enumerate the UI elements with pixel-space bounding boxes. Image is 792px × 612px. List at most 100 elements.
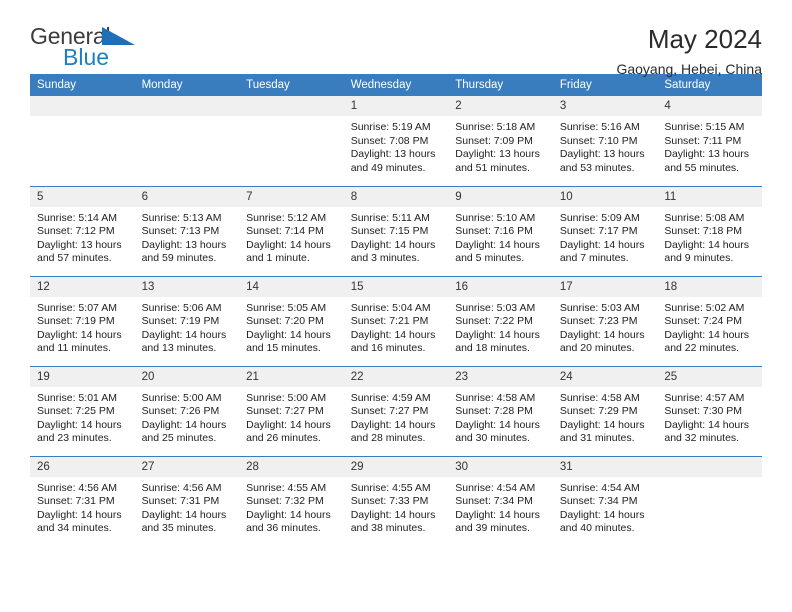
day-number: 3 <box>552 96 658 116</box>
day-number: 28 <box>239 456 344 477</box>
calendar-day-cell[interactable]: 3 Sunrise: 5:16 AM Sunset: 7:10 PM Daylight… <box>552 96 658 186</box>
calendar-cell-empty <box>30 96 135 186</box>
day-details: Sunrise: 5:10 AM Sunset: 7:16 PM Daylight:… <box>448 207 553 266</box>
day-details: Sunrise: 4:59 AM Sunset: 7:27 PM Daylight:… <box>344 387 449 446</box>
day-number: 25 <box>657 366 762 387</box>
calendar-day-cell[interactable]: 18 Sunrise: 5:02 AM Sunset: 7:24 PM Dayligh… <box>657 275 762 366</box>
day-details: Sunrise: 4:58 AM Sunset: 7:29 PM Daylight:… <box>553 387 658 446</box>
brand-logo[interactable]: General Blue <box>30 24 160 72</box>
calendar-day-cell[interactable]: 12 Sunrise: 5:07 AM Sunset: 7:19 PM Dayligh… <box>30 275 135 366</box>
day-number: 2 <box>448 96 553 116</box>
daylight-text-line2: and 9 minutes. <box>664 252 734 265</box>
daylight-text-line2: and 13 minutes. <box>141 342 217 355</box>
daylight-text-line2: and 38 minutes. <box>350 522 426 535</box>
calendar-day-cell[interactable]: 16 Sunrise: 5:03 AM Sunset: 7:22 PM Dayligh… <box>448 275 553 366</box>
daylight-text-line1: Daylight: 14 hours <box>664 328 750 341</box>
calendar-day-cell[interactable]: 27 Sunrise: 4:56 AM Sunset: 7:31 PM Dayligh… <box>134 455 240 546</box>
weekday-header-thursday: Thursday <box>448 74 553 96</box>
day-details: Sunrise: 5:03 AM Sunset: 7:22 PM Daylight:… <box>448 297 553 356</box>
calendar-day-cell[interactable]: 29 Sunrise: 4:55 AM Sunset: 7:33 PM Dayligh… <box>343 455 449 546</box>
calendar-day-cell[interactable]: 1 Sunrise: 5:19 AM Sunset: 7:08 PM Daylight… <box>343 96 449 186</box>
sunrise-text: Sunrise: 5:18 AM <box>455 121 536 133</box>
sunrise-text: Sunrise: 5:03 AM <box>455 301 536 314</box>
day-number: 17 <box>552 276 658 297</box>
day-number <box>30 96 135 116</box>
calendar-day-cell[interactable]: 30 Sunrise: 4:54 AM Sunset: 7:34 PM Dayligh… <box>448 455 553 546</box>
daylight-text-line2: and 18 minutes. <box>455 342 530 355</box>
day-details: Sunrise: 5:09 AM Sunset: 7:17 PM Daylight:… <box>553 207 658 266</box>
calendar-day-cell[interactable]: 13 Sunrise: 5:06 AM Sunset: 7:19 PM Dayligh… <box>134 275 240 366</box>
day-details: Sunrise: 5:06 AM Sunset: 7:19 PM Daylight:… <box>135 297 240 356</box>
weekday-header-friday: Friday <box>552 74 658 96</box>
calendar-day-cell[interactable]: 6 Sunrise: 5:13 AM Sunset: 7:13 PM Daylight… <box>134 185 240 276</box>
daylight-text-line2: and 49 minutes. <box>350 161 426 174</box>
calendar-day-cell[interactable]: 8 Sunrise: 5:11 AM Sunset: 7:15 PM Daylight… <box>343 185 449 276</box>
sunset-text: Sunset: 7:09 PM <box>455 134 533 147</box>
day-details: Sunrise: 5:04 AM Sunset: 7:21 PM Daylight:… <box>344 297 449 356</box>
daylight-text-line1: Daylight: 14 hours <box>559 508 645 521</box>
sunset-text: Sunset: 7:11 PM <box>664 134 742 147</box>
sunrise-text: Sunrise: 5:00 AM <box>246 391 327 404</box>
calendar-day-cell[interactable]: 24 Sunrise: 4:58 AM Sunset: 7:29 PM Dayligh… <box>552 365 658 456</box>
calendar-day-cell[interactable]: 14 Sunrise: 5:05 AM Sunset: 7:20 PM Dayligh… <box>239 275 344 366</box>
daylight-text-line2: and 53 minutes. <box>559 161 635 174</box>
sunrise-text: Sunrise: 4:54 AM <box>455 481 536 494</box>
calendar-day-cell[interactable]: 15 Sunrise: 5:04 AM Sunset: 7:21 PM Dayligh… <box>343 275 449 366</box>
daylight-text-line2: and 25 minutes. <box>141 432 217 445</box>
calendar-day-cell[interactable]: 11 Sunrise: 5:08 AM Sunset: 7:18 PM Dayligh… <box>657 185 762 276</box>
calendar-day-cell[interactable]: 2 Sunrise: 5:18 AM Sunset: 7:09 PM Daylight… <box>448 96 553 186</box>
day-number: 15 <box>343 276 449 297</box>
daylight-text-line1: Daylight: 13 hours <box>559 148 645 161</box>
day-number: 21 <box>239 366 344 387</box>
day-number: 13 <box>134 276 240 297</box>
day-details: Sunrise: 5:02 AM Sunset: 7:24 PM Daylight:… <box>657 297 762 356</box>
calendar-day-cell[interactable]: 23 Sunrise: 4:58 AM Sunset: 7:28 PM Dayligh… <box>448 365 553 456</box>
daylight-text-line1: Daylight: 14 hours <box>350 508 436 521</box>
weekday-header-monday: Monday <box>134 74 240 96</box>
day-number: 14 <box>239 276 344 297</box>
calendar-day-cell[interactable]: 26 Sunrise: 4:56 AM Sunset: 7:31 PM Dayligh… <box>30 455 135 546</box>
daylight-text-line1: Daylight: 13 hours <box>37 238 122 251</box>
calendar-day-cell[interactable]: 21 Sunrise: 5:00 AM Sunset: 7:27 PM Dayligh… <box>239 365 344 456</box>
sunset-text: Sunset: 7:26 PM <box>141 405 220 418</box>
sunrise-text: Sunrise: 5:15 AM <box>664 121 745 133</box>
day-number: 1 <box>343 96 449 116</box>
calendar-day-cell[interactable]: 20 Sunrise: 5:00 AM Sunset: 7:26 PM Dayligh… <box>134 365 240 456</box>
daylight-text-line2: and 20 minutes. <box>559 342 635 355</box>
daylight-text-line2: and 36 minutes. <box>246 522 321 535</box>
location-subtitle: Gaoyang, Hebei, China <box>616 61 762 77</box>
calendar-day-cell[interactable]: 22 Sunrise: 4:59 AM Sunset: 7:27 PM Dayligh… <box>343 365 449 456</box>
daylight-text-line2: and 31 minutes. <box>559 432 635 445</box>
daylight-text-line1: Daylight: 13 hours <box>350 148 436 161</box>
calendar-day-cell[interactable]: 31 Sunrise: 4:54 AM Sunset: 7:34 PM Dayligh… <box>552 455 658 546</box>
sunrise-text: Sunrise: 5:12 AM <box>246 211 327 224</box>
daylight-text-line1: Daylight: 14 hours <box>246 238 331 251</box>
daylight-text-line1: Daylight: 14 hours <box>350 238 436 251</box>
sunset-text: Sunset: 7:31 PM <box>37 495 115 508</box>
day-details: Sunrise: 5:19 AM Sunset: 7:08 PM Daylight:… <box>344 116 449 175</box>
daylight-text-line1: Daylight: 14 hours <box>37 418 122 431</box>
sunset-text: Sunset: 7:32 PM <box>246 495 324 508</box>
calendar-body: 1 Sunrise: 5:19 AM Sunset: 7:08 PM Daylight… <box>30 96 762 546</box>
calendar-day-cell[interactable]: 19 Sunrise: 5:01 AM Sunset: 7:25 PM Dayligh… <box>30 365 135 456</box>
sunset-text: Sunset: 7:20 PM <box>246 315 324 328</box>
daylight-text-line1: Daylight: 14 hours <box>37 328 122 341</box>
calendar-day-cell[interactable]: 17 Sunrise: 5:03 AM Sunset: 7:23 PM Dayligh… <box>552 275 658 366</box>
sunset-text: Sunset: 7:18 PM <box>664 225 743 238</box>
calendar-day-cell[interactable]: 9 Sunrise: 5:10 AM Sunset: 7:16 PM Daylight… <box>448 185 553 276</box>
day-number: 16 <box>448 276 553 297</box>
calendar-day-cell[interactable]: 25 Sunrise: 4:57 AM Sunset: 7:30 PM Dayligh… <box>657 365 762 456</box>
calendar-week-row: 19 Sunrise: 5:01 AM Sunset: 7:25 PM Dayligh… <box>30 365 762 456</box>
daylight-text-line1: Daylight: 14 hours <box>141 418 227 431</box>
sunset-text: Sunset: 7:13 PM <box>141 225 220 238</box>
calendar-day-cell[interactable]: 10 Sunrise: 5:09 AM Sunset: 7:17 PM Dayligh… <box>552 185 658 276</box>
daylight-text-line1: Daylight: 14 hours <box>455 418 540 431</box>
calendar-day-cell[interactable]: 7 Sunrise: 5:12 AM Sunset: 7:14 PM Daylight… <box>239 185 344 276</box>
calendar-day-cell[interactable]: 28 Sunrise: 4:55 AM Sunset: 7:32 PM Dayligh… <box>239 455 344 546</box>
day-number: 6 <box>134 186 240 207</box>
calendar-day-cell[interactable]: 5 Sunrise: 5:14 AM Sunset: 7:12 PM Daylight… <box>30 185 135 276</box>
calendar-day-cell[interactable]: 4 Sunrise: 5:15 AM Sunset: 7:11 PM Daylight… <box>657 96 762 186</box>
daylight-text-line2: and 35 minutes. <box>141 522 217 535</box>
day-number: 4 <box>657 96 762 116</box>
daylight-text-line2: and 3 minutes. <box>350 252 420 265</box>
